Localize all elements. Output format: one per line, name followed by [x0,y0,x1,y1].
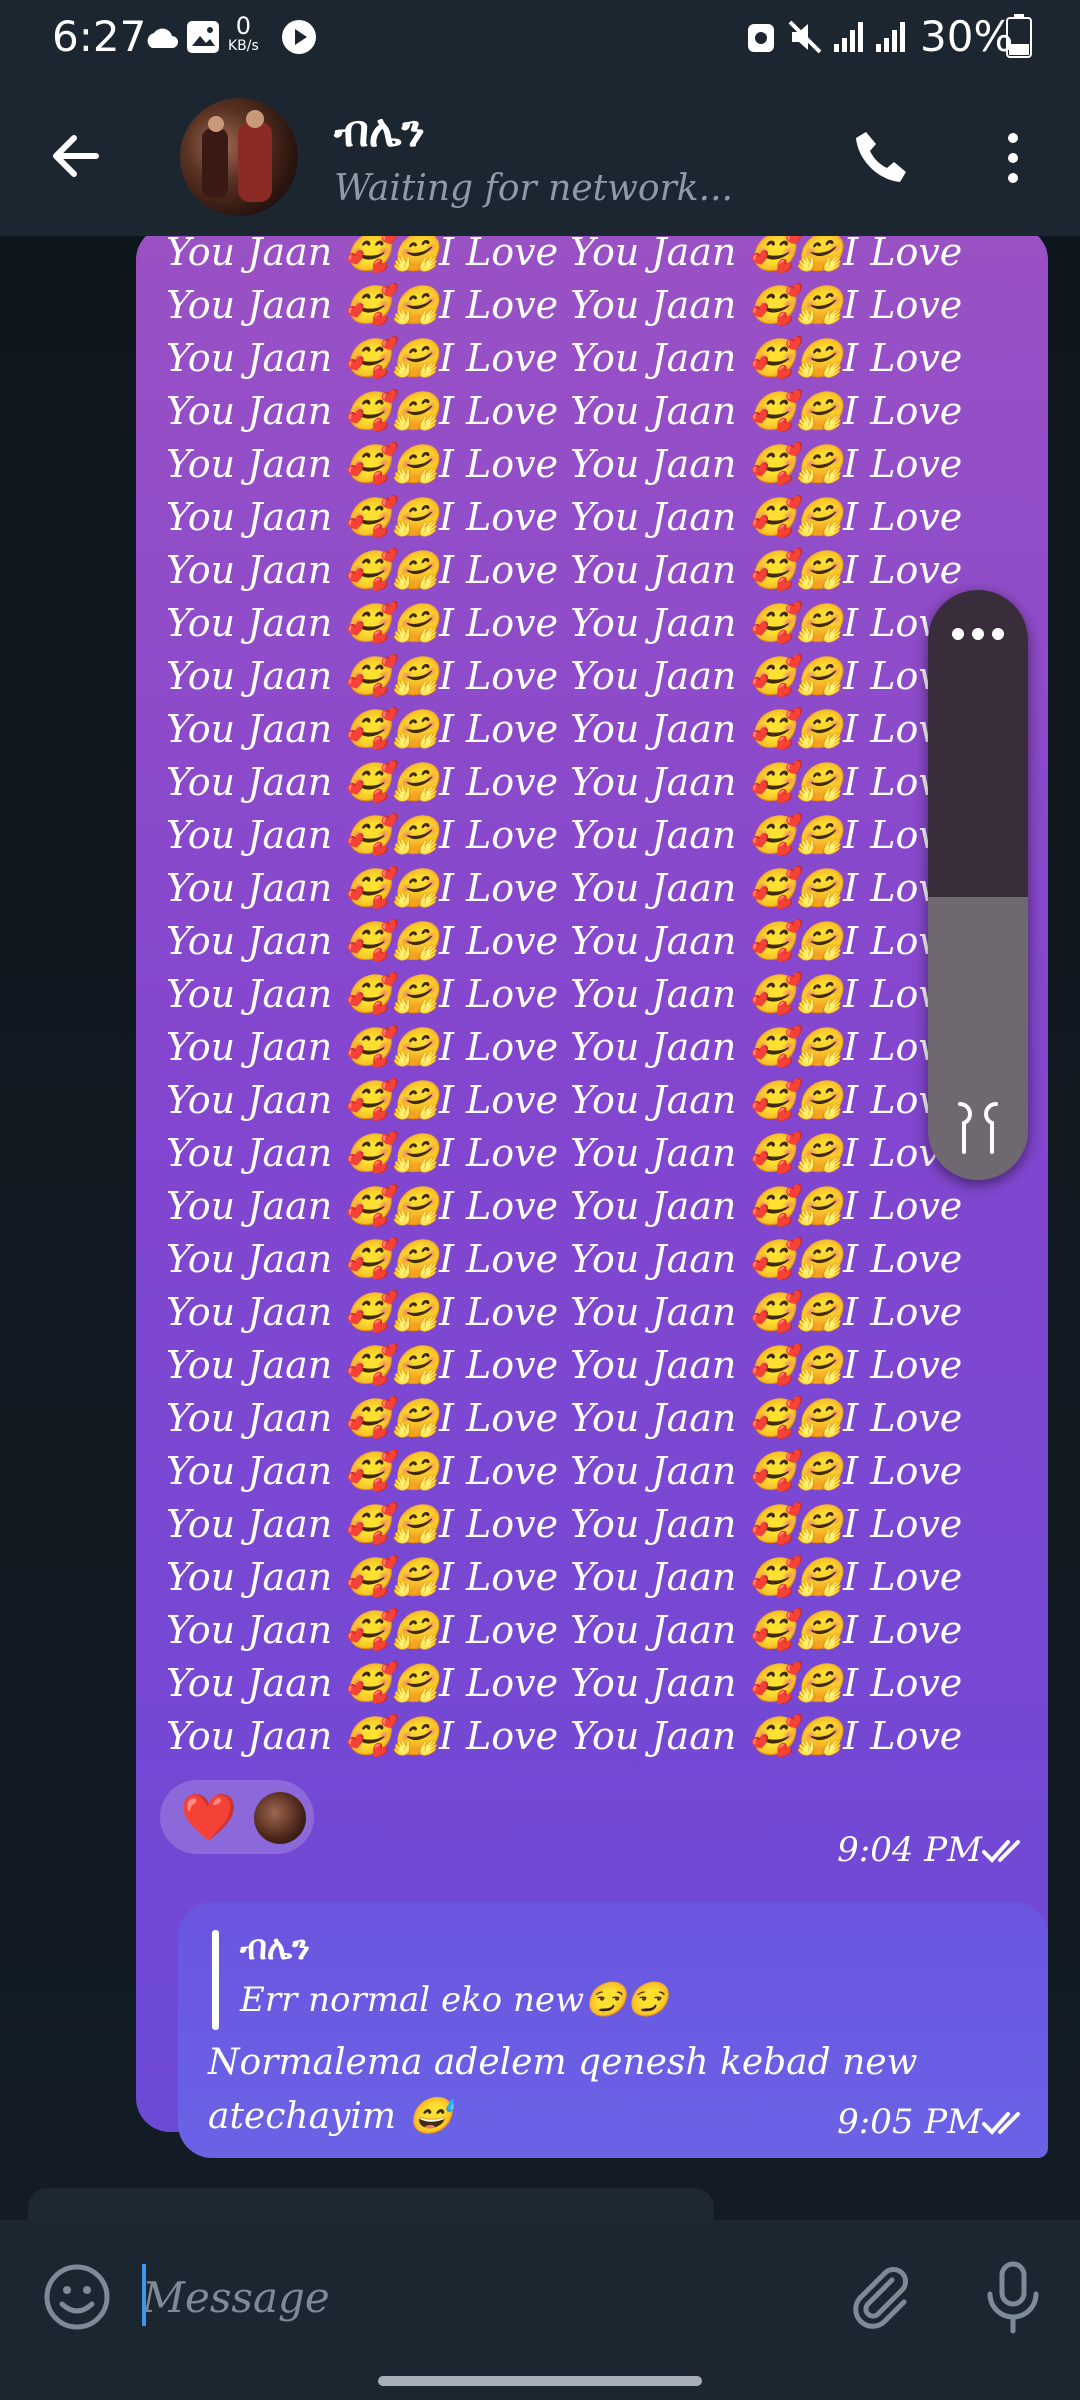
play-icon [282,20,316,54]
incoming-message-text: You Jaan 🥰🤗I Love You Jaan 🥰🤗I Love You … [166,236,963,1758]
net-speed: 0 KB/s [228,14,259,54]
image-icon [187,21,219,53]
status-time: 6:27 [52,12,147,61]
status-bar: 6:27 0 KB/s 30% [0,0,1080,78]
incoming-message-time: 9:04 PM [837,1830,982,1870]
date-pill [28,2188,714,2220]
chat-area[interactable]: You Jaan 🥰🤗I Love You Jaan 🥰🤗I Love You … [0,236,1080,2220]
reactor-avatar [254,1792,306,1844]
signal-2-icon [876,22,905,52]
contact-avatar[interactable] [180,98,298,216]
outgoing-message-bubble[interactable]: ብሌን Err normal eko new😏😏 Normalema adele… [178,1902,1048,2158]
mic-icon[interactable] [978,2260,1048,2334]
contact-status: Waiting for network... [334,168,733,209]
message-input[interactable] [140,2254,804,2340]
telegram-chat-screen: 6:27 0 KB/s 30% ብሌን Waiting for network.… [0,0,1080,2400]
incoming-message-bubble[interactable]: You Jaan 🥰🤗I Love You Jaan 🥰🤗I Love You … [136,236,1048,2132]
mute-icon [788,20,822,54]
emoji-icon[interactable] [42,2262,112,2332]
message-input-bar [0,2220,1080,2400]
reaction-chip[interactable]: ❤️ [160,1780,314,1854]
chat-header: ብሌን Waiting for network... [0,78,1080,236]
back-arrow-icon[interactable] [46,126,106,186]
reply-quote-bar [212,1930,219,2030]
floating-volume-panel[interactable] [928,590,1028,1180]
more-vert-icon[interactable] [998,128,1028,188]
net-speed-value: 0 [235,12,252,40]
text-caret [142,2264,146,2326]
signal-icon [834,22,863,52]
net-speed-unit: KB/s [228,38,259,54]
read-checks-icon [982,1840,1020,1863]
battery-icon [1006,14,1032,58]
battery-percent: 30% [920,12,1014,61]
reply-to-text[interactable]: Err normal eko new😏😏 [240,1980,669,2020]
home-indicator[interactable] [378,2376,702,2386]
cloud-icon [147,28,178,48]
heart-reaction: ❤️ [180,1790,238,1844]
contact-name[interactable]: ብሌን [334,106,425,157]
read-checks-icon [982,2112,1020,2135]
earbuds-icon[interactable] [946,1100,1010,1156]
outgoing-message-time: 9:05 PM [837,2102,982,2142]
more-horiz-icon[interactable] [950,626,1006,642]
attach-icon[interactable] [846,2260,916,2330]
reply-to-name[interactable]: ብሌን [240,1928,310,1968]
recycle-icon [748,24,774,52]
phone-icon[interactable] [848,126,912,190]
